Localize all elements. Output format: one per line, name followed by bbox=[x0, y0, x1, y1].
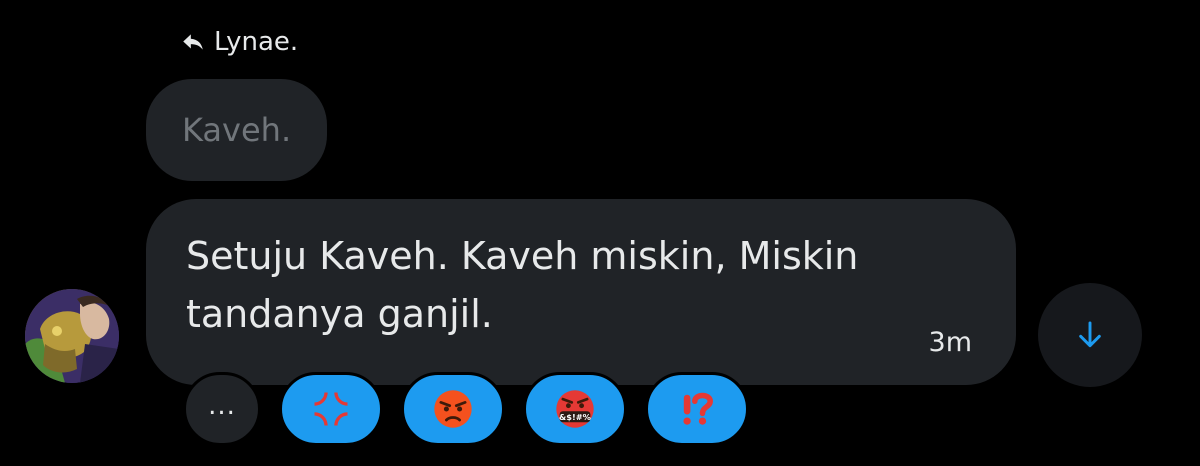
reply-author-name: Lynae. bbox=[214, 27, 299, 57]
exclamation-question-mark-icon bbox=[683, 392, 713, 425]
face-with-symbols-on-mouth-icon: &$!#% bbox=[556, 390, 594, 428]
reaction-pouting-face[interactable] bbox=[401, 372, 505, 446]
reaction-exclamation-question[interactable] bbox=[645, 372, 749, 446]
message-bubble[interactable]: Setuju Kaveh. Kaveh miskin, Miskin tanda… bbox=[146, 199, 1016, 385]
dm-conversation-view: Lynae. Kaveh. Setuju Kaveh. Kaveh miskin… bbox=[0, 0, 1200, 466]
message-text-line-1: Setuju Kaveh. Kaveh miskin, Miskin bbox=[186, 234, 859, 278]
reply-arrow-icon bbox=[180, 29, 206, 55]
reaction-anger-symbol[interactable] bbox=[279, 372, 383, 446]
arrow-down-icon bbox=[1079, 321, 1101, 348]
anger-symbol-icon bbox=[314, 392, 348, 426]
reaction-bar: ... &$!#% bbox=[183, 372, 749, 446]
scroll-to-bottom-button[interactable] bbox=[1038, 283, 1142, 387]
symbols-text: &$!#% bbox=[559, 412, 591, 422]
more-reactions-button[interactable]: ... bbox=[183, 372, 261, 446]
quoted-message-bubble[interactable]: Kaveh. bbox=[146, 79, 328, 181]
message-text: Setuju Kaveh. Kaveh miskin, Miskin tanda… bbox=[186, 227, 986, 343]
avatar[interactable] bbox=[25, 289, 119, 383]
message-text-line-2: tandanya ganjil. bbox=[186, 292, 493, 336]
pouting-face-icon bbox=[434, 390, 472, 428]
reaction-face-with-symbols[interactable]: &$!#% bbox=[523, 372, 627, 446]
quoted-message-text: Kaveh. bbox=[182, 111, 292, 149]
reply-context-header: Lynae. bbox=[180, 23, 298, 61]
message-timestamp: 3m bbox=[928, 327, 972, 358]
